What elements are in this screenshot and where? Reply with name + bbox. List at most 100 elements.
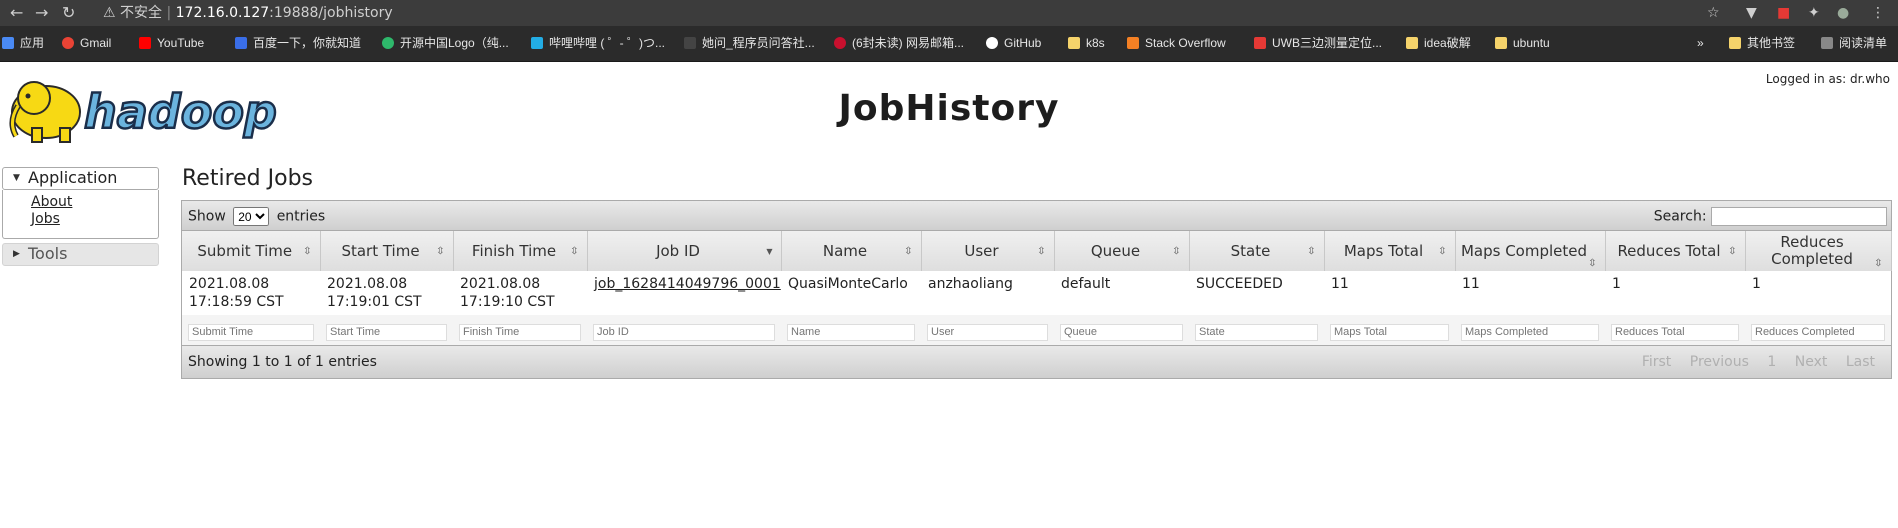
reload-icon[interactable]: ↻ — [62, 3, 75, 23]
security-label: 不安全 — [120, 5, 163, 21]
filter-maps-total[interactable] — [1330, 323, 1449, 341]
pager-page[interactable]: 1 — [1767, 354, 1776, 370]
col-maps-completed[interactable]: Maps Completed ⇳ — [1455, 231, 1606, 271]
bookmark-uwb[interactable]: UWB三边测量定位... — [1254, 35, 1382, 51]
puzzle-icon[interactable]: ✦ — [1808, 3, 1820, 23]
bookmark-label: 其他书签 — [1747, 36, 1796, 50]
sort-both-icon: ⇳ — [1728, 246, 1737, 257]
sidebar-section-tools[interactable]: ▶ Tools — [2, 243, 159, 266]
entries-select[interactable]: 20 — [233, 207, 270, 226]
col-finish-time[interactable]: Finish Time ⇳ — [453, 231, 588, 271]
bookmark-gmail[interactable]: Gmail — [62, 35, 111, 51]
url-field[interactable]: ⚠ 不安全 | 172.16.0.127:19888/jobhistory — [103, 3, 393, 23]
filter-submit-time[interactable] — [188, 323, 314, 341]
cell-reduces-total: 1 — [1612, 276, 1621, 292]
filter-finish-time[interactable] — [459, 323, 581, 341]
bookmark-label: 她问_程序员问答社... — [702, 36, 815, 50]
extension-v-icon[interactable]: ▼ — [1746, 3, 1757, 23]
col-start-time[interactable]: Start Time ⇳ — [320, 231, 454, 271]
cell-state: SUCCEEDED — [1196, 276, 1283, 292]
col-queue[interactable]: Queue ⇳ — [1054, 231, 1190, 271]
sort-both-icon: ⇳ — [303, 246, 312, 257]
bookmark-other[interactable]: 其他书签 — [1729, 35, 1795, 51]
col-maps-total[interactable]: Maps Total ⇳ — [1324, 231, 1456, 271]
sidebar-section-label: Application — [28, 168, 118, 187]
oschina-icon — [382, 37, 394, 49]
filter-name[interactable] — [787, 323, 915, 341]
sidebar-section-application[interactable]: ▼ Application — [2, 167, 159, 190]
entries-label: entries — [276, 208, 326, 225]
bookmark-oschina[interactable]: 开源中国Logo（纯... — [382, 35, 509, 51]
column-label: Start Time — [341, 241, 420, 260]
filter-start-time[interactable] — [326, 323, 447, 341]
cell-finish-time: 2021.08.08 17:19:10 CST — [460, 276, 555, 310]
bookmark-apps[interactable]: 应用 — [2, 35, 44, 51]
github-icon — [986, 37, 998, 49]
browser-address-bar: ← → ↻ ⚠ 不安全 | 172.16.0.127:19888/jobhist… — [0, 0, 1898, 26]
sort-both-icon: ⇳ — [1037, 246, 1046, 257]
pager-last[interactable]: Last — [1846, 354, 1875, 370]
back-icon[interactable]: ← — [10, 3, 23, 23]
table-info: Showing 1 to 1 of 1 entries — [188, 353, 377, 370]
bookmark-reading-list[interactable]: 阅读清单 — [1821, 35, 1887, 51]
url-path: :19888/jobhistory — [269, 5, 393, 21]
bookmark-github[interactable]: GitHub — [986, 35, 1041, 51]
pager-first[interactable]: First — [1642, 354, 1671, 370]
col-submit-time[interactable]: Submit Time ⇳ — [182, 231, 321, 271]
cell-reduces-completed: 1 — [1752, 276, 1761, 292]
bookmark-label: ubuntu — [1513, 36, 1550, 50]
col-reduces-completed[interactable]: Reduces Completed ⇳ — [1745, 231, 1892, 271]
star-icon[interactable]: ☆ — [1707, 3, 1720, 23]
menu-icon[interactable]: ⋮ — [1871, 3, 1885, 23]
sidebar-link-jobs[interactable]: Jobs — [31, 211, 158, 228]
triangle-down-icon: ▼ — [13, 173, 20, 183]
cell-user: anzhaoliang — [928, 276, 1013, 292]
sidebar-section-label: Tools — [28, 244, 68, 263]
cell-queue: default — [1061, 276, 1111, 292]
folder-icon — [1068, 37, 1080, 49]
sort-both-icon: ⇳ — [570, 246, 579, 257]
sort-both-icon: ⇳ — [1874, 258, 1883, 269]
search-input[interactable] — [1711, 207, 1887, 226]
filter-job-id[interactable] — [593, 323, 775, 341]
sort-both-icon: ⇳ — [1438, 246, 1447, 257]
bookmark-bilibili[interactable]: 哔哩哔哩 ( ゜- ゜)つ... — [531, 35, 665, 51]
bookmark-k8s[interactable]: k8s — [1068, 35, 1105, 51]
col-name[interactable]: Name ⇳ — [781, 231, 922, 271]
filter-queue[interactable] — [1060, 323, 1183, 341]
sort-both-icon: ⇳ — [1588, 258, 1597, 269]
sort-both-icon: ⇳ — [1307, 246, 1316, 257]
extension-red-icon[interactable]: ■ — [1777, 3, 1790, 23]
filter-reduces-total[interactable] — [1611, 323, 1739, 341]
bookmark-baidu[interactable]: 百度一下，你就知道 — [235, 35, 361, 51]
folder-icon — [1495, 37, 1507, 49]
filter-reduces-completed[interactable] — [1751, 323, 1885, 341]
job-id-link[interactable]: job_1628414049796_0001 — [594, 276, 781, 292]
bookmark-ubuntu[interactable]: ubuntu — [1495, 35, 1550, 51]
pager-next[interactable]: Next — [1795, 354, 1828, 370]
stackoverflow-icon — [1127, 37, 1139, 49]
bookmark-idea[interactable]: idea破解 — [1406, 35, 1471, 51]
folder-icon — [1729, 37, 1741, 49]
column-label: Finish Time — [471, 241, 557, 260]
bookmark-youtube[interactable]: YouTube — [139, 35, 204, 51]
sidebar-link-about[interactable]: About — [31, 194, 158, 211]
bookmark-stackoverflow[interactable]: Stack Overflow — [1127, 35, 1226, 51]
col-reduces-total[interactable]: Reduces Total ⇳ — [1605, 231, 1746, 271]
page-title: JobHistory — [838, 88, 1060, 129]
filter-state[interactable] — [1195, 323, 1318, 341]
avatar[interactable]: ● — [1837, 3, 1849, 23]
length-control: Show 20 entries — [188, 207, 325, 226]
mail-icon — [834, 37, 846, 49]
filter-user[interactable] — [927, 323, 1048, 341]
sidebar: ▼ Application About Jobs ▶ Tools — [2, 167, 159, 266]
col-job-id[interactable]: Job ID ▼ — [587, 231, 782, 271]
filter-maps-completed[interactable] — [1461, 323, 1599, 341]
bookmarks-overflow[interactable]: » — [1697, 35, 1704, 51]
bookmark-netease-mail[interactable]: (6封未读) 网易邮箱... — [834, 35, 964, 51]
col-state[interactable]: State ⇳ — [1189, 231, 1325, 271]
col-user[interactable]: User ⇳ — [921, 231, 1055, 271]
forward-icon[interactable]: → — [35, 3, 48, 23]
bookmark-segmentfault[interactable]: 她问_程序员问答社... — [684, 35, 815, 51]
pager-previous[interactable]: Previous — [1690, 354, 1749, 370]
